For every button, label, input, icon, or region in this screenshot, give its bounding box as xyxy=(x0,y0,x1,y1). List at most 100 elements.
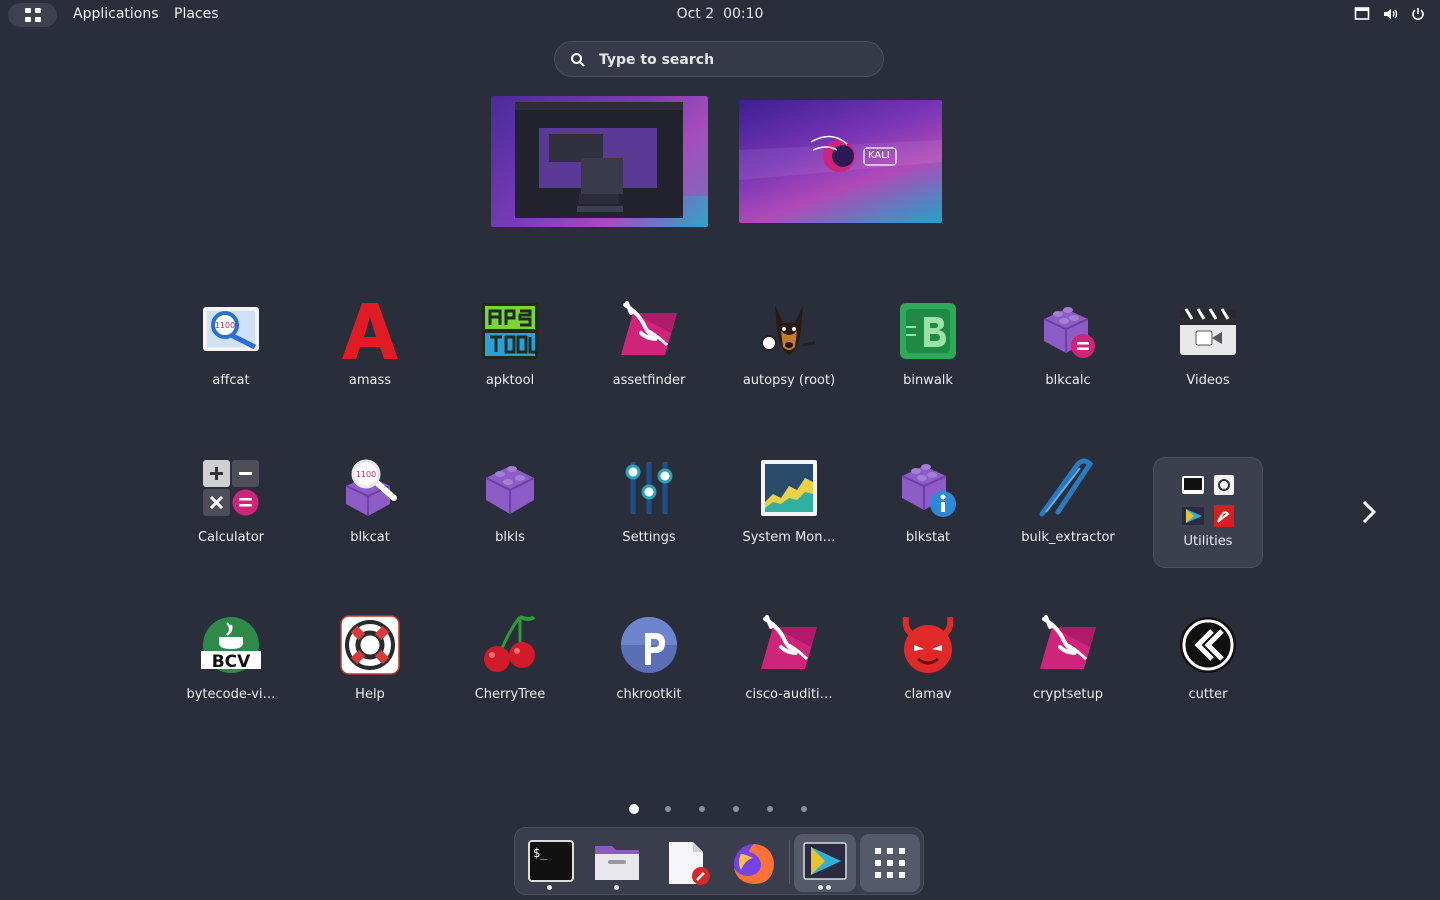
screen-icon[interactable] xyxy=(1354,6,1370,22)
page-dot[interactable] xyxy=(628,803,662,815)
dock-text-editor[interactable] xyxy=(655,834,715,892)
system-monitor-icon xyxy=(761,460,817,516)
running-indicator xyxy=(547,885,552,890)
app-blkcat[interactable]: 1100 blkcat xyxy=(315,459,425,571)
app-bytecode-viewer[interactable]: BCV bytecode-vi… xyxy=(176,617,286,728)
clock[interactable]: Oct 2 00:10 xyxy=(0,6,1440,22)
app-help[interactable]: Help xyxy=(315,615,425,728)
app-label: blkcat xyxy=(350,530,390,545)
app-label: cryptsetup xyxy=(1033,687,1103,702)
folder-utilities[interactable]: Utilities xyxy=(1153,457,1263,568)
dock: $_ xyxy=(514,827,924,895)
app-label: autopsy (root) xyxy=(742,373,836,388)
dog-icon xyxy=(761,305,816,355)
dock-files[interactable] xyxy=(587,834,647,892)
page-dot[interactable] xyxy=(696,803,730,815)
kali-dragon-icon xyxy=(761,615,817,669)
workspace-thumbnail-1[interactable] xyxy=(491,96,708,227)
app-label: blkcalc xyxy=(1045,373,1091,388)
calculator-icon xyxy=(203,460,259,516)
app-label: chkrootkit xyxy=(616,687,682,702)
terminal-prompt: $_ xyxy=(533,846,548,860)
dock-show-apps[interactable] xyxy=(860,834,920,892)
power-icon[interactable] xyxy=(1410,6,1426,22)
text-editor-icon xyxy=(669,842,710,885)
system-tray[interactable] xyxy=(1354,6,1426,22)
page-dot[interactable] xyxy=(662,803,696,815)
app-label: System Mon… xyxy=(742,530,836,545)
app-label: clamav xyxy=(904,687,952,702)
app-cisco-auditing-tool[interactable]: cisco-auditi… xyxy=(734,615,844,728)
clock-date: Oct 2 xyxy=(676,6,715,22)
app-label: apktool xyxy=(485,373,535,388)
app-label: affcat xyxy=(212,373,250,388)
running-indicator xyxy=(818,885,823,890)
app-blkls[interactable]: blkls xyxy=(455,461,565,571)
app-videos[interactable]: Videos xyxy=(1153,304,1263,414)
sliders-icon xyxy=(625,462,673,514)
app-affcat[interactable]: 1100 affcat xyxy=(176,304,286,414)
dock-separator xyxy=(789,840,790,884)
app-cutter[interactable]: cutter xyxy=(1153,617,1263,728)
app-label: amass xyxy=(348,373,392,388)
svg-text:BCV: BCV xyxy=(212,652,251,672)
dock-software[interactable] xyxy=(794,834,856,892)
app-system-monitor[interactable]: System Mon… xyxy=(734,460,844,571)
app-label: binwalk xyxy=(903,373,953,388)
app-chkrootkit[interactable]: chkrootkit xyxy=(594,617,704,728)
app-label: assetfinder xyxy=(612,373,686,388)
app-label: Help xyxy=(355,687,385,702)
dock-firefox[interactable] xyxy=(723,834,783,892)
show-apps-grid-icon xyxy=(875,848,905,878)
app-label: Calculator xyxy=(197,530,264,545)
app-cryptsetup[interactable]: cryptsetup xyxy=(1013,615,1123,728)
search-icon xyxy=(571,53,585,67)
app-bulk-extractor[interactable]: bulk_extractor xyxy=(1013,458,1123,571)
app-blkcalc[interactable]: blkcalc xyxy=(1013,304,1123,414)
workspace-1-preview xyxy=(515,102,708,218)
magnifier-disk-icon: 1100 xyxy=(203,307,259,351)
devil-icon xyxy=(902,616,954,673)
svg-text:1100: 1100 xyxy=(215,321,235,330)
page-dot[interactable] xyxy=(798,803,832,815)
page-indicator xyxy=(628,803,832,815)
clapperboard-icon xyxy=(1180,308,1236,355)
firefox-icon xyxy=(734,844,774,884)
folder-icon xyxy=(1182,475,1234,527)
app-settings[interactable]: Settings xyxy=(594,461,704,571)
app-binwalk[interactable]: binwalk xyxy=(873,303,983,414)
chevron-right-icon[interactable] xyxy=(1358,499,1380,525)
clock-time: 00:10 xyxy=(723,6,764,22)
workspace-thumbnail-2[interactable]: KALI xyxy=(739,100,942,223)
app-label: Settings xyxy=(622,530,676,545)
app-cherrytree[interactable]: CherryTree xyxy=(455,615,565,728)
lego-brick-icon xyxy=(485,466,535,514)
app-clamav[interactable]: clamav xyxy=(873,616,983,728)
volume-icon[interactable] xyxy=(1382,6,1398,22)
dock-terminal[interactable]: $_ xyxy=(520,834,580,892)
app-autopsy[interactable]: autopsy (root) xyxy=(734,304,844,414)
app-blkstat[interactable]: blkstat xyxy=(873,461,983,571)
cherries-icon xyxy=(484,615,536,672)
app-label: cutter xyxy=(1188,687,1228,702)
lifebuoy-icon xyxy=(340,615,400,675)
app-calculator[interactable]: Calculator xyxy=(176,460,286,571)
search-bar[interactable] xyxy=(554,41,884,78)
kali-dragon-icon xyxy=(621,301,677,355)
apktool-icon xyxy=(482,303,538,359)
app-amass[interactable]: amass xyxy=(315,303,425,414)
app-label: Videos xyxy=(1186,373,1230,388)
search-input[interactable] xyxy=(597,42,871,78)
app-label: cisco-auditi… xyxy=(745,687,833,702)
lego-magnifier-icon: 1100 xyxy=(345,459,397,516)
page-dot[interactable] xyxy=(730,803,764,815)
app-assetfinder[interactable]: assetfinder xyxy=(594,301,704,414)
kali-dragon-icon xyxy=(1040,615,1096,669)
kali-logo-text: KALI xyxy=(868,150,890,161)
page-dot[interactable] xyxy=(764,803,798,815)
app-label: blkstat xyxy=(905,530,951,545)
app-label: Utilities xyxy=(1183,534,1233,549)
cutter-icon xyxy=(1180,617,1236,673)
app-label: blkls xyxy=(495,530,525,545)
app-apktool[interactable]: apktool xyxy=(455,303,565,414)
